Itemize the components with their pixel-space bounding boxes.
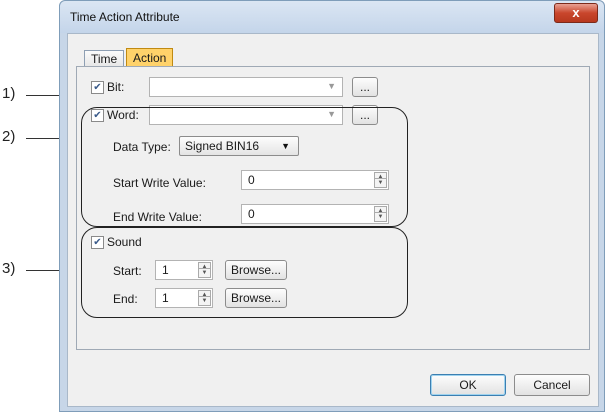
sound-end-label: End: <box>113 292 138 306</box>
checkmark-icon: ✔ <box>93 82 102 93</box>
window-title: Time Action Attribute <box>70 10 180 24</box>
close-icon: x <box>572 5 580 20</box>
start-write-value-label: Start Write Value: <box>113 176 206 190</box>
sound-end-input[interactable]: 1 ▲ ▼ <box>155 288 213 308</box>
callout-3: 3) <box>2 260 16 277</box>
data-type-value: Signed BIN16 <box>185 139 260 153</box>
ok-button[interactable]: OK <box>430 374 506 396</box>
tab-action[interactable]: Action <box>126 48 174 67</box>
dialog-client-area: Time Action ✔ Bit: ▼ ... ✔ Word: ▼ ... D… <box>67 33 599 407</box>
callout-2: 2) <box>2 128 16 145</box>
start-write-value: 0 <box>248 173 255 187</box>
word-device-combo[interactable]: ▼ <box>149 105 343 125</box>
callout-1: 1) <box>2 85 16 102</box>
title-bar: Time Action Attribute x <box>60 1 604 33</box>
checkmark-icon: ✔ <box>93 237 102 248</box>
word-checkbox[interactable]: ✔ <box>91 109 104 122</box>
checkmark-icon: ✔ <box>93 110 102 121</box>
chevron-down-icon: ▼ <box>327 109 336 119</box>
end-write-value: 0 <box>248 207 255 221</box>
spin-down-icon[interactable]: ▼ <box>374 178 387 188</box>
cancel-button[interactable]: Cancel <box>514 374 590 396</box>
time-action-attribute-dialog: Time Action Attribute x Time Action ✔ Bi… <box>59 0 605 412</box>
end-write-value-input[interactable]: 0 ▲ ▼ <box>241 204 389 224</box>
sound-checkbox[interactable]: ✔ <box>91 236 104 249</box>
start-write-value-input[interactable]: 0 ▲ ▼ <box>241 170 389 190</box>
end-write-value-label: End Write Value: <box>113 210 202 224</box>
data-type-label: Data Type: <box>113 140 171 154</box>
close-button[interactable]: x <box>554 3 598 23</box>
word-browse-button[interactable]: ... <box>352 105 378 125</box>
data-type-select[interactable]: Signed BIN16 ▼ <box>179 136 299 156</box>
bit-browse-button[interactable]: ... <box>352 77 378 97</box>
sound-end-value: 1 <box>162 291 169 305</box>
bit-device-combo[interactable]: ▼ <box>149 77 343 97</box>
sound-start-label: Start: <box>113 264 142 278</box>
bit-checkbox[interactable]: ✔ <box>91 81 104 94</box>
sound-end-browse-button[interactable]: Browse... <box>225 288 287 308</box>
spin-down-icon[interactable]: ▼ <box>374 212 387 222</box>
chevron-down-icon: ▼ <box>281 141 290 151</box>
chevron-down-icon: ▼ <box>327 81 336 91</box>
sound-start-input[interactable]: 1 ▲ ▼ <box>155 260 213 280</box>
action-tab-panel: ✔ Bit: ▼ ... ✔ Word: ▼ ... Data Type: Si… <box>76 66 590 350</box>
sound-start-value: 1 <box>162 263 169 277</box>
tab-time[interactable]: Time <box>84 50 125 67</box>
word-label: Word: <box>107 108 139 122</box>
spin-down-icon[interactable]: ▼ <box>198 296 211 306</box>
sound-start-browse-button[interactable]: Browse... <box>225 260 287 280</box>
spin-down-icon[interactable]: ▼ <box>198 268 211 278</box>
bit-label: Bit: <box>107 80 125 94</box>
sound-label: Sound <box>107 235 142 249</box>
